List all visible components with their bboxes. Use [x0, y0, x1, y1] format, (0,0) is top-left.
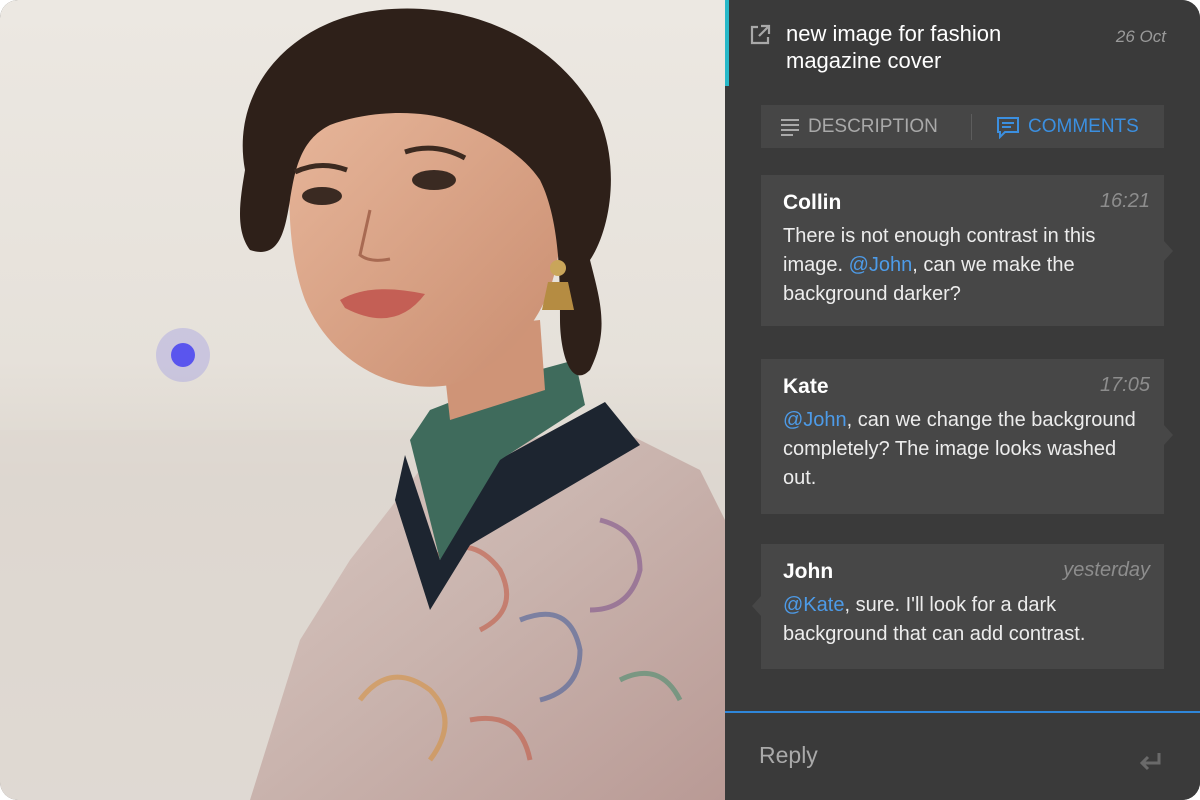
app-frame: new image for fashion magazine cover 26 … [0, 0, 1200, 800]
portrait-photo [0, 8, 725, 800]
comment-icon [997, 116, 1019, 139]
comment-pointer [1164, 425, 1173, 445]
comment-card: John yesterday @Kate, sure. I'll look fo… [752, 544, 1164, 669]
comment-time: 17:05 [1099, 374, 1150, 396]
comment-text: @Kate, sure. I'll look for a dark backgr… [783, 591, 1142, 649]
tab-description-label: DESCRIPTION [808, 115, 938, 137]
comment-mention[interactable]: @Kate [783, 594, 844, 616]
comment-text: @John, can we change the background comp… [783, 406, 1142, 493]
comment-text: There is not enough contrast in this ima… [783, 222, 1142, 309]
external-link-icon[interactable] [747, 22, 773, 48]
image-date: 26 Oct [1115, 27, 1166, 46]
panel-tabs: DESCRIPTION COMMENTS [761, 105, 1164, 148]
reply-input[interactable] [759, 735, 1119, 775]
comment-mention[interactable]: @John [849, 254, 913, 276]
tab-comments-label: COMMENTS [1028, 115, 1139, 137]
tab-comments[interactable]: COMMENTS [972, 105, 1139, 148]
comment-card: Collin 16:21 There is not enough contras… [761, 175, 1173, 326]
comment-mention[interactable]: @John [783, 409, 847, 431]
enter-icon[interactable] [1139, 751, 1163, 771]
comment-time: yesterday [1063, 559, 1150, 581]
comment-card: Kate 17:05 @John, can we change the back… [761, 359, 1173, 514]
panel-header: new image for fashion magazine cover 26 … [725, 0, 1200, 86]
comments-panel: new image for fashion magazine cover 26 … [725, 0, 1200, 800]
comment-pointer [1164, 241, 1173, 261]
comment-pointer [752, 596, 761, 616]
annotation-marker-dot [171, 343, 195, 367]
image-title: new image for fashion magazine cover [786, 21, 1002, 73]
tab-description[interactable]: DESCRIPTION [761, 105, 971, 148]
lines-icon [781, 118, 799, 136]
reply-bar [725, 711, 1200, 800]
comment-author: Kate [783, 375, 829, 398]
annotation-marker[interactable] [156, 328, 210, 382]
image-canvas[interactable] [0, 0, 725, 800]
comment-author: Collin [783, 191, 842, 214]
comment-time: 16:21 [1099, 190, 1150, 212]
